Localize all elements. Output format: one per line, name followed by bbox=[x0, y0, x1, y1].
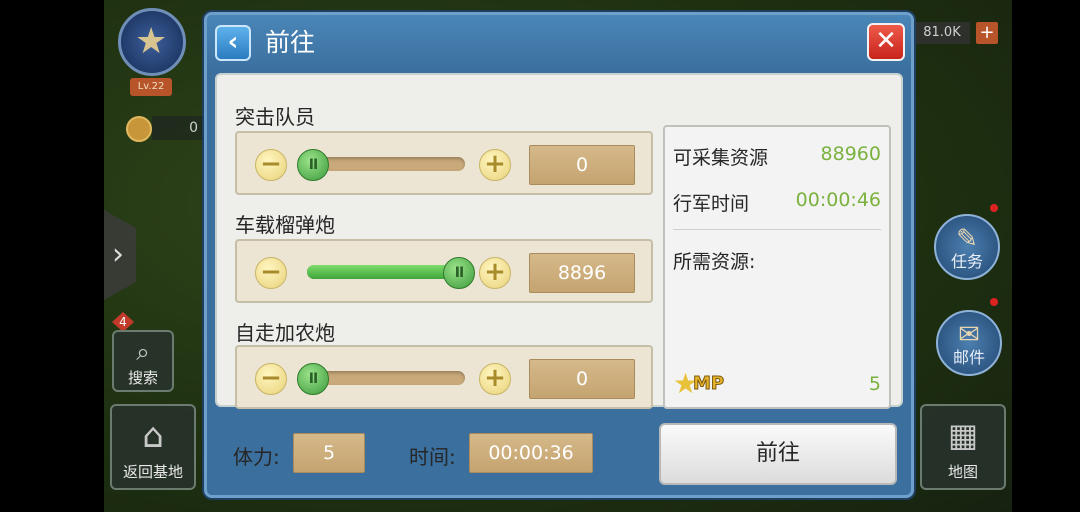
troop-label-assault: 突击队员 bbox=[235, 105, 315, 129]
player-avatar[interactable]: ★ bbox=[118, 8, 186, 76]
troop-label-howitzer: 车载榴弹炮 bbox=[235, 213, 335, 237]
decrease-button[interactable]: − bbox=[255, 257, 287, 289]
increase-button[interactable]: + bbox=[479, 363, 511, 395]
stamina-value: 5 bbox=[293, 433, 365, 473]
troop-selection-panel: 突击队员 − II + 0 车载榴弹炮 − II + 8896 自走加农炮 − … bbox=[215, 73, 903, 409]
mail-button[interactable]: ✉ 邮件 bbox=[936, 310, 1002, 376]
march-time-label: 行军时间 bbox=[673, 193, 750, 215]
go-to-dialog: ‹ 前往 ✕ 突击队员 − II + 0 车载榴弹炮 − II + 8896 自… bbox=[204, 12, 914, 498]
back-arrow-icon: ‹ bbox=[227, 27, 239, 57]
dialog-header: ‹ 前往 ✕ bbox=[207, 15, 911, 73]
troop-count-input[interactable]: 8896 bbox=[529, 253, 635, 293]
mp-icon: ★ MP bbox=[673, 367, 733, 400]
close-button[interactable]: ✕ bbox=[867, 23, 905, 61]
mail-label: 邮件 bbox=[952, 348, 985, 367]
coin-value: 0 bbox=[152, 116, 204, 140]
required-resources-label: 所需资源: bbox=[673, 251, 756, 273]
troop-slider-track[interactable] bbox=[307, 371, 465, 385]
tasks-label: 任务 bbox=[950, 252, 983, 271]
return-base-button[interactable]: ⌂ 返回基地 bbox=[110, 404, 196, 490]
return-base-label: 返回基地 bbox=[122, 463, 183, 481]
left-letterbox bbox=[0, 0, 104, 512]
increase-button[interactable]: + bbox=[479, 149, 511, 181]
go-button[interactable]: 前往 bbox=[659, 423, 897, 485]
minus-icon: − bbox=[260, 257, 282, 287]
collectable-resources-value: 88960 bbox=[820, 143, 881, 165]
troop-count-input[interactable]: 0 bbox=[529, 359, 635, 399]
search-button[interactable]: ⌕ 搜索 bbox=[112, 330, 174, 392]
resource-counter: 81.0K bbox=[914, 22, 970, 44]
dialog-title: 前往 bbox=[265, 28, 316, 57]
magnifier-icon: ⌕ bbox=[136, 338, 150, 366]
collectable-resources-label: 可采集资源 bbox=[673, 147, 769, 169]
mail-alert-dot bbox=[990, 298, 998, 306]
troop-label-cannon: 自走加农炮 bbox=[235, 321, 335, 345]
slider-knob[interactable]: II bbox=[297, 363, 329, 395]
close-icon: ✕ bbox=[875, 26, 897, 56]
back-button[interactable]: ‹ bbox=[215, 25, 251, 61]
plus-icon: + bbox=[484, 363, 506, 393]
coin-icon bbox=[126, 116, 152, 142]
troop-count-input[interactable]: 0 bbox=[529, 145, 635, 185]
stamina-label: 体力: bbox=[233, 445, 280, 469]
tasks-alert-dot bbox=[990, 204, 998, 212]
decrease-button[interactable]: − bbox=[255, 363, 287, 395]
add-resource-button[interactable]: + bbox=[976, 22, 998, 44]
right-letterbox bbox=[1012, 0, 1080, 512]
grip-icon: II bbox=[454, 265, 464, 281]
minus-icon: − bbox=[260, 149, 282, 179]
march-time-row: 行军时间 00:00:46 bbox=[673, 189, 881, 219]
minus-icon: − bbox=[260, 363, 282, 393]
tasks-button[interactable]: ✎ 任务 bbox=[934, 214, 1000, 280]
mp-cost-value: 5 bbox=[868, 373, 881, 395]
troop-slider-row-howitzer: − II + 8896 bbox=[235, 239, 653, 303]
grip-icon: II bbox=[308, 371, 318, 387]
decrease-button[interactable]: − bbox=[255, 149, 287, 181]
mp-label: MP bbox=[692, 373, 725, 395]
search-button-label: 搜索 bbox=[127, 369, 158, 387]
increase-button[interactable]: + bbox=[479, 257, 511, 289]
player-level-badge: Lv.22 bbox=[130, 78, 172, 96]
info-divider bbox=[673, 229, 881, 230]
troop-slider-track[interactable] bbox=[307, 157, 465, 171]
grip-icon: II bbox=[308, 157, 318, 173]
march-time-value: 00:00:46 bbox=[795, 189, 881, 211]
troop-slider-row-cannon: − II + 0 bbox=[235, 345, 653, 409]
time-value: 00:00:36 bbox=[469, 433, 593, 473]
march-info-box: 可采集资源 88960 行军时间 00:00:46 所需资源: ★ MP 5 bbox=[663, 125, 891, 409]
map-icon: ▦ bbox=[947, 416, 979, 454]
map-label: 地图 bbox=[947, 463, 978, 481]
troop-slider-track[interactable] bbox=[307, 265, 465, 279]
slider-knob[interactable]: II bbox=[297, 149, 329, 181]
collectable-resources-row: 可采集资源 88960 bbox=[673, 143, 881, 173]
troop-slider-row-assault: − II + 0 bbox=[235, 131, 653, 195]
time-label: 时间: bbox=[409, 445, 456, 469]
slider-fill bbox=[307, 265, 465, 279]
plus-icon: + bbox=[484, 149, 506, 179]
map-button[interactable]: ▦ 地图 bbox=[920, 404, 1006, 490]
slider-knob[interactable]: II bbox=[443, 257, 475, 289]
base-building-icon: ⌂ bbox=[142, 416, 164, 456]
plus-icon: + bbox=[484, 257, 506, 287]
star-rank-icon: ★ bbox=[135, 21, 168, 62]
